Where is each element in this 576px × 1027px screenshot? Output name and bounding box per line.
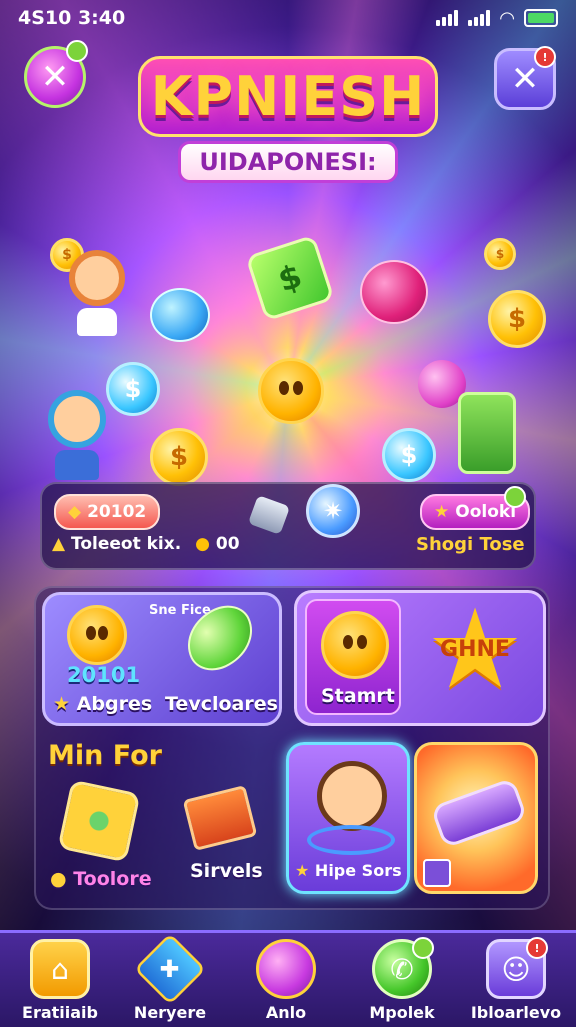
star-icon: ★ [295,861,310,880]
eye-block-icon [57,779,141,863]
character-card[interactable]: Sne Fice 20101 ★ Abgres Tevcloares [42,592,282,726]
feature-left-label: ● Toolore [50,868,152,890]
subtitle-text: UIDAPONESI: [178,141,398,183]
blue-coin-icon-2: $ [382,428,436,482]
score-value: 20102 [87,502,147,522]
battery-icon [524,9,558,27]
feature-mid-label: Sirvels [190,860,263,882]
status-time: 4S10 3:40 [18,7,126,29]
nav-item-chat[interactable]: ✆ Mpolek [352,939,452,1025]
boy-character-icon [40,390,114,480]
arrow-icon: ▲ [52,534,66,554]
section-title: Min For [48,740,162,771]
hero-card[interactable]: ★ Hipe Sors [286,742,410,894]
info-right-label: Shogi Tose [416,534,525,555]
nav-label-5: Ibloarlevo [470,1003,562,1022]
hero-label: Hipe Sors [314,861,402,880]
home-icon: ⌂ [30,939,90,999]
berry-creature-icon [360,260,428,324]
nav-item-planet[interactable]: Anlo [236,939,336,1025]
star-icon: ★ [434,502,450,522]
coin-mini-icon: ● [195,534,210,554]
nav-item-profile[interactable]: ☺ Ibloarlevo [466,939,566,1025]
green-robot-icon [458,392,516,474]
game-star-button[interactable]: ★ GHNE [426,594,525,704]
game-label: GHNE [440,636,510,662]
info-left-label: Toleeot kix. [71,534,182,554]
notification-dot [66,40,88,62]
nav-label-1: Eratiiaib [22,1003,98,1022]
notification-badge: ! [534,46,556,68]
star-icon: ★ [53,693,71,715]
start-label: Stamrt [321,685,395,707]
title-text: KPNIESH [137,56,439,137]
signal-icon-2 [468,10,491,26]
info-left-row: ▲ Toleeot kix. ● 00 [52,534,240,554]
hero-label-row: ★ Hipe Sors [295,861,402,880]
star-icon: ✷ [322,497,344,525]
nav-label-3: Anlo [265,1003,307,1022]
blue-creature-icon [150,288,210,342]
close-icon: ✕ [510,59,540,99]
girl-character-icon [66,250,128,336]
hero-avatar [317,761,387,831]
badge-icon: ✚ [133,932,207,1006]
wifi-icon: ◠ [500,7,514,29]
blue-coin-icon: $ [106,362,160,416]
gold-coin-icon-small: $ [484,238,516,270]
planet-icon [256,939,316,999]
smiley-orb-icon [258,358,324,424]
avatar [67,605,127,665]
token-icon: ● [50,868,67,890]
nav-item-badge[interactable]: ✚ Neryere [120,932,220,1025]
info-bar: ◆ 20102 ▲ Toleeot kix. ● 00 ✷ ★ Ooloki S… [40,482,536,570]
reward-card[interactable] [414,742,538,894]
profile-badge: ! [526,937,548,959]
gold-coin-icon: $ [488,290,546,348]
close-icon: ✕ [40,57,70,97]
gift-icon [247,495,291,535]
card-left-label-text: Abgres [76,693,153,715]
start-card[interactable]: Stamrt ★ GHNE [294,590,546,726]
nav-label-4: Mpolek [369,1003,435,1022]
ooloki-badge [504,486,526,508]
hero-ring-icon [307,825,395,855]
score-pill[interactable]: ◆ 20102 [54,494,161,530]
bottom-nav: ⌂ Eratiiaib ✚ Neryere Anlo ✆ Mpolek ☺ Ib… [0,930,576,1027]
card-number: 20101 [67,663,141,687]
card-right-label: Tevcloares [165,693,278,715]
feature-left-text: Toolore [73,868,152,890]
gem-icon: ◆ [68,502,82,522]
info-left-value: 00 [215,534,240,554]
gift-box-icon [423,859,451,887]
star-token-button[interactable]: ✷ [306,484,360,538]
status-bar: 4S10 3:40 ◠ [18,6,558,30]
gold-coin-icon-2: $ [150,428,208,486]
nav-label-2: Neryere [133,1003,207,1022]
smiley-icon [321,611,389,679]
game-title: KPNIESH UIDAPONESI: [120,56,456,206]
purple-gadget-icon [430,777,528,849]
nav-item-home[interactable]: ⌂ Eratiiaib [10,939,110,1025]
card-left-label: ★ Abgres [53,693,152,715]
start-tile[interactable]: Stamrt [305,599,401,715]
signal-icon [436,10,459,26]
chat-badge [412,937,434,959]
